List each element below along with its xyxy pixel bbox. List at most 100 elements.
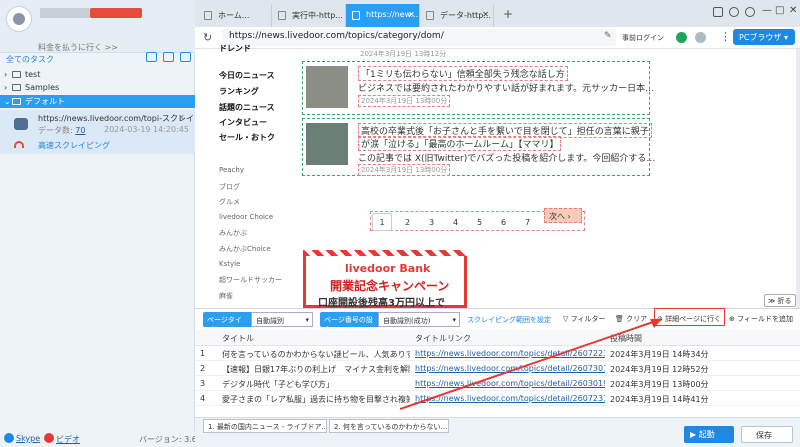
page-type-select[interactable]: 自動識別 ▾ — [251, 312, 313, 327]
new-folder-icon[interactable] — [163, 52, 174, 62]
robot-icon — [14, 118, 28, 130]
tree-item-test[interactable]: › test — [0, 68, 195, 81]
save-button[interactable]: 保存 — [741, 426, 793, 443]
search-task-icon[interactable] — [180, 52, 191, 62]
tab-data[interactable]: データ-http... ✕ — [420, 4, 494, 27]
import-icon[interactable] — [146, 52, 157, 62]
ad-logo: livedoor Bank — [345, 262, 431, 275]
task-url[interactable]: https://news.livedoor.com/topi-スクレイピン... — [38, 113, 218, 124]
article-title-line2[interactable]: が涙「泣ける」「最高のホームルーム」【ママリ】 — [358, 136, 562, 151]
ad-stripe — [303, 250, 467, 256]
page-2[interactable]: 2 — [405, 218, 410, 227]
skype-link[interactable]: Skype — [16, 434, 40, 443]
nav-item-ranking[interactable]: ランキング — [219, 86, 259, 97]
cell-title[interactable]: デジタル時代「子ども学び方」 — [222, 379, 410, 390]
tab-home[interactable]: ホーム... — [198, 4, 272, 27]
skype-icon[interactable] — [4, 433, 14, 443]
ad-subtitle: 口座開設後残高3万円以上で — [318, 298, 445, 309]
sub-nav-item[interactable]: Kstyle — [219, 260, 240, 268]
tree-item-samples[interactable]: › Samples — [0, 81, 195, 94]
task-data-count: データ数: 70 — [38, 126, 86, 135]
task-date: 2024-03-19 14:20:45 — [104, 125, 189, 134]
edit-icon[interactable]: ✎ — [604, 31, 612, 41]
pre-login-label[interactable]: 事前ログイン — [622, 33, 664, 43]
article-date: 2024年3月19日 13時00分 — [358, 164, 451, 176]
nav-item-today[interactable]: 今日のニュース — [219, 70, 275, 81]
sub-nav-item[interactable]: ブログ — [219, 182, 240, 192]
page-number-label: ページ番号の設定 — [320, 312, 378, 334]
avatar[interactable] — [6, 6, 32, 32]
all-tasks-title[interactable]: 全てのタスク — [6, 54, 54, 65]
fast-scraping-label[interactable]: 高速スクレイピング — [38, 140, 110, 151]
maximize-icon[interactable]: □ — [775, 5, 784, 16]
page-3[interactable]: 3 — [429, 218, 434, 227]
ad-campaign: 開業記念キャンペーン — [330, 279, 450, 293]
row-number: 2 — [200, 364, 206, 373]
help-icon[interactable] — [729, 7, 739, 17]
article-date: 2024年3月19日 13時00分 — [358, 95, 451, 107]
article-thumbnail[interactable] — [306, 66, 348, 108]
article-desc: ビジネスでは要約されたわかりやすい話が好まれます。元サッカー日本… — [358, 84, 655, 94]
page-icon — [352, 11, 360, 20]
nav-item-trend[interactable]: ドレンド — [219, 43, 251, 54]
start-button[interactable]: ▶ 起動 — [684, 426, 734, 443]
close-window-icon[interactable]: ✕ — [789, 5, 797, 16]
cell-title[interactable]: 【速報】日銀17年ぶりの利上げ マイナス金利を解除 YCC... — [222, 364, 410, 375]
sub-nav-item[interactable]: 超ワールドサッカー — [219, 275, 282, 285]
tree-item-default[interactable]: ⌄ デフォルト — [0, 95, 195, 108]
minimize-icon[interactable]: — — [762, 5, 772, 16]
sub-nav-item[interactable]: Peachy — [219, 166, 244, 174]
folder-icon — [12, 84, 21, 91]
close-icon[interactable]: ✕ — [178, 113, 185, 122]
step-tab-2[interactable]: 2. 何を言っているのかわからない... — [329, 419, 449, 433]
page-icon — [204, 11, 212, 20]
chevron-down-icon: ▾ — [305, 316, 309, 324]
data-count-link[interactable]: 70 — [75, 126, 85, 135]
video-icon[interactable] — [44, 433, 54, 443]
next-page-button[interactable]: 次へ › — [544, 208, 582, 223]
page-5[interactable]: 5 — [477, 218, 482, 227]
close-tab-icon[interactable]: ✕ — [482, 10, 489, 19]
new-tab-icon[interactable]: + — [503, 7, 513, 21]
scrollbar[interactable] — [796, 49, 800, 308]
nav-item-topics[interactable]: 話題のニュース — [219, 102, 275, 113]
nav-item-interview[interactable]: インタビュー — [219, 117, 267, 128]
sub-nav-item[interactable]: みんかぶChoice — [219, 244, 271, 254]
sub-nav-item[interactable]: みんかぶ — [219, 228, 247, 238]
sub-nav-item[interactable]: グルメ — [219, 197, 240, 207]
close-tab-icon[interactable]: ✕ — [408, 10, 415, 19]
grid-icon[interactable] — [713, 7, 723, 17]
row-number: 3 — [200, 379, 206, 388]
step-tab-1[interactable]: 1. 最新の国内ニュース - ライブドア... — [203, 419, 327, 433]
add-field-button[interactable]: ⊕ フィールドを追加 — [729, 314, 793, 324]
row-number: 4 — [200, 394, 206, 403]
article-thumbnail[interactable] — [306, 123, 348, 165]
sub-nav-item[interactable]: livedoor Choice — [219, 213, 273, 221]
video-link[interactable]: ビデオ — [56, 434, 80, 445]
page-4[interactable]: 4 — [453, 218, 458, 227]
page-1[interactable]: 1 — [372, 213, 392, 231]
folder-icon — [12, 71, 21, 78]
page-7[interactable]: 7 — [525, 218, 530, 227]
article-title[interactable]: 「1ミリも伝わらない」信頼全部失う残念な話し方 — [358, 66, 568, 81]
chevron-right-icon: › — [4, 70, 8, 79]
tab-running[interactable]: 実行中-http... — [272, 4, 346, 27]
settings-icon[interactable] — [745, 7, 755, 17]
url-input[interactable]: https://news.livedoor.com/topics/categor… — [222, 29, 616, 46]
fold-button[interactable]: ≫ 折る — [764, 294, 796, 307]
sub-nav-item[interactable]: 麻雀 — [219, 291, 233, 301]
tab-current[interactable]: https://new... ✕ — [346, 4, 420, 27]
more-icon[interactable]: ⋮ — [720, 30, 731, 43]
nav-item-sale[interactable]: セール・おトク — [219, 132, 275, 143]
user-icon[interactable] — [695, 32, 706, 43]
article-desc: この記事では X(旧Twitter)でバズった投稿を紹介します。今回紹介する… — [358, 154, 656, 164]
status-icon[interactable] — [676, 32, 687, 43]
column-header-title[interactable]: タイトル — [222, 333, 254, 344]
cell-title[interactable]: 愛子さまの「レア私服」過去に持ち物を目撃され複雑な声に... — [222, 394, 410, 405]
cell-title[interactable]: 何を言っているのかわからない謎ビール、人気ありすぎて人... — [222, 349, 410, 360]
pc-browser-button[interactable]: PCブラウザ ▾ — [733, 29, 795, 45]
reload-icon[interactable]: ↻ — [203, 31, 212, 44]
plus-circle-icon: ⊕ — [729, 315, 738, 323]
speed-gauge-icon — [14, 141, 24, 148]
page-6[interactable]: 6 — [501, 218, 506, 227]
